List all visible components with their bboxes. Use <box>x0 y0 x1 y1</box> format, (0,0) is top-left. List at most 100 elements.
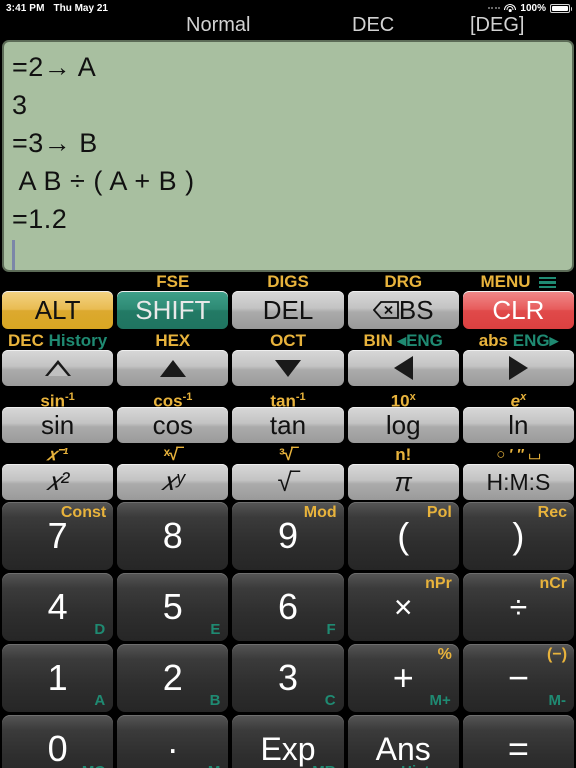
log-key[interactable]: log <box>347 407 459 443</box>
sin-key[interactable]: sin <box>2 407 114 443</box>
menu-label: MENU <box>480 272 531 291</box>
key-4[interactable]: 4 D <box>2 573 114 641</box>
ln-key[interactable]: ln <box>462 407 575 443</box>
keyrow-navigation: DEC History HEX OCT BIN ◂ENG abs ENG▸ <box>0 331 576 388</box>
backspace-glyph <box>372 301 399 319</box>
label-factorial[interactable]: n! <box>346 445 461 464</box>
label-x-inverse[interactable]: 𝑥⁻¹ <box>0 445 115 464</box>
display-line: =2→ A <box>12 52 97 82</box>
key-9-label: 9 <box>277 515 299 556</box>
label-dec-history[interactable]: DEC History <box>0 331 115 350</box>
key-minus-label: − <box>507 657 529 698</box>
cell-close-paren: ) Rec <box>461 502 576 573</box>
cell-alt: ALT <box>0 272 115 331</box>
label-e-pow-x[interactable]: ex <box>461 388 576 411</box>
keyrow-modifiers: ALT FSE SHIFT DIGS DEL DRG BS MENU CLR <box>0 272 576 331</box>
key-4-alt-d: D <box>94 621 106 638</box>
cell-cos: cos-1 cos <box>115 388 230 445</box>
label-atan[interactable]: tan-1 <box>230 388 345 411</box>
nav-up-key[interactable] <box>117 350 229 386</box>
x-squared-key[interactable]: 𝑥² <box>2 464 114 500</box>
label-acos[interactable]: cos-1 <box>115 388 230 411</box>
label-digs[interactable]: DIGS <box>230 272 345 291</box>
label-acos-base: cos <box>153 391 183 411</box>
tan-key[interactable]: tan <box>232 407 344 443</box>
key-3[interactable]: 3 C <box>232 644 344 712</box>
x-pow-y-key[interactable]: 𝑥ʸ <box>117 464 229 500</box>
triangle-down-icon <box>275 359 301 377</box>
label-abs-eng[interactable]: abs ENG▸ <box>461 331 576 350</box>
label-fse[interactable]: FSE <box>115 272 230 291</box>
key-7-label: 7 <box>47 515 68 556</box>
label-hex[interactable]: HEX <box>115 331 230 350</box>
calculator-display[interactable]: =2→ A 3 =3→ B A B ÷ ( A + B ) =1.2 <box>2 40 574 272</box>
backspace-key[interactable]: BS <box>347 291 459 329</box>
label-bin-eng[interactable]: BIN ◂ENG <box>346 331 461 350</box>
key-decimal-label: · <box>166 728 179 768</box>
key-ans-label: Ans <box>375 731 431 767</box>
label-deg-min-sec[interactable]: ○ ′ ″ ⌴ <box>461 445 576 464</box>
key-plus-label: + <box>392 657 414 698</box>
label-xth-root[interactable]: ˣ√‾ <box>115 445 230 464</box>
key-close-paren[interactable]: ) Rec <box>462 502 575 570</box>
key-6-alt-f: F <box>326 621 336 638</box>
label-eng-left: ◂ENG <box>397 331 443 350</box>
cell-xsquared: 𝑥⁻¹ 𝑥² <box>0 445 115 502</box>
label-cube-root[interactable]: ³√‾ <box>230 445 345 464</box>
key-5[interactable]: 5 E <box>117 573 229 641</box>
key-9[interactable]: 9 Mod <box>232 502 344 570</box>
nav-left-key[interactable] <box>347 350 459 386</box>
key-plus-alt-mplus: M+ <box>429 692 451 709</box>
key-decimal[interactable]: · M <box>117 715 229 768</box>
pi-key[interactable]: π <box>347 464 459 500</box>
key-2[interactable]: 2 B <box>117 644 229 712</box>
key-plus-alt-percent: % <box>437 646 452 663</box>
mode-indicator[interactable]: Normal <box>186 14 250 37</box>
key-1-label: 1 <box>47 657 68 698</box>
key-7-alt-const: Const <box>60 504 107 521</box>
label-menu[interactable]: MENU <box>461 272 576 291</box>
sqrt-key[interactable]: √‾ <box>232 464 344 500</box>
key-0-alt-mc: MC <box>82 763 105 768</box>
keyrow-123: 1 A 2 B 3 C + % M+ − (−) M- <box>0 644 576 715</box>
key-divide[interactable]: ÷ nCr <box>462 573 575 641</box>
key-open-paren[interactable]: ( Pol <box>347 502 459 570</box>
key-equals[interactable]: = <box>462 715 575 768</box>
clear-key[interactable]: CLR <box>462 291 575 329</box>
key-multiply[interactable]: × nPr <box>347 573 459 641</box>
key-0[interactable]: 0 MC <box>2 715 114 768</box>
key-plus[interactable]: + % M+ <box>347 644 459 712</box>
label-asin[interactable]: sin-1 <box>0 388 115 411</box>
label-drg[interactable]: DRG <box>346 272 461 291</box>
wifi-icon <box>504 3 517 13</box>
label-oct[interactable]: OCT <box>230 331 345 350</box>
alt-key[interactable]: ALT <box>2 291 114 329</box>
key-7[interactable]: 7 Const <box>2 502 114 570</box>
key-ans[interactable]: Ans History <box>347 715 459 768</box>
angle-indicator[interactable]: [DEG] <box>470 14 524 37</box>
label-atan-base: tan <box>270 391 296 411</box>
base-indicator[interactable]: DEC <box>352 14 394 37</box>
key-8[interactable]: 8 <box>117 502 229 570</box>
key-2-alt-b: B <box>209 692 221 709</box>
label-ten-pow-x[interactable]: 10x <box>346 388 461 411</box>
key-1[interactable]: 1 A <box>2 644 114 712</box>
nav-right-key[interactable] <box>462 350 575 386</box>
key-minus[interactable]: − (−) M- <box>462 644 575 712</box>
shift-key[interactable]: SHIFT <box>117 291 229 329</box>
del-key[interactable]: DEL <box>232 291 344 329</box>
cell-shift: FSE SHIFT <box>115 272 230 331</box>
signal-dots-icon <box>487 7 501 9</box>
cell-2: 2 B <box>115 644 230 715</box>
triangle-right-icon <box>508 356 528 380</box>
cos-key[interactable]: cos <box>117 407 229 443</box>
hms-key[interactable]: H:M:S <box>462 464 575 500</box>
display-line: =1.2 <box>12 204 68 234</box>
key-exp[interactable]: Exp MR <box>232 715 344 768</box>
triangle-up-outline-icon <box>44 360 71 376</box>
label-e-base: e <box>510 391 521 411</box>
hamburger-menu-icon[interactable] <box>539 276 557 289</box>
nav-down-key[interactable] <box>232 350 344 386</box>
key-6[interactable]: 6 F <box>232 573 344 641</box>
nav-up-outline-key[interactable] <box>2 350 114 386</box>
